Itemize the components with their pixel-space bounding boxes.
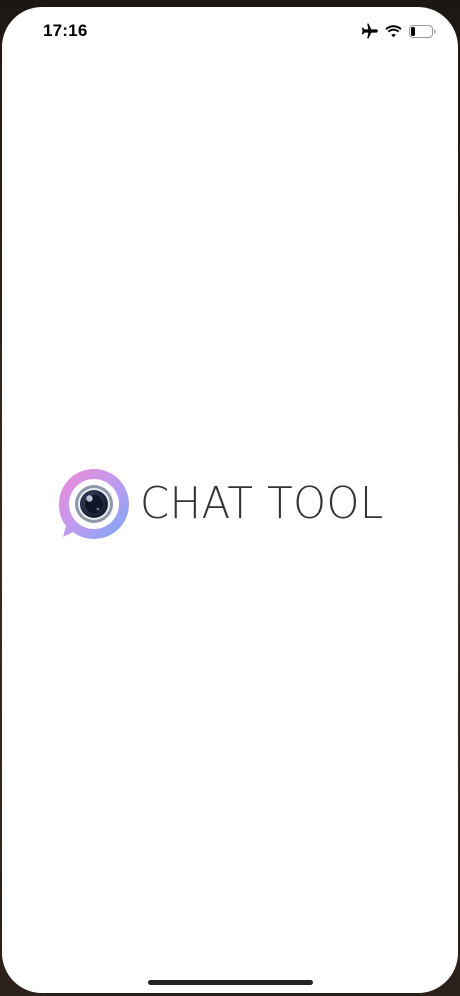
splash-screen: CHAT TOOL — [2, 7, 458, 993]
chat-camera-logo-icon — [55, 465, 133, 543]
screen: 17:16 CHAT TOOL — [2, 7, 458, 993]
brand-name: CHAT TOOL — [140, 478, 384, 529]
device-frame: 17:16 CHAT TOOL — [0, 0, 460, 996]
home-indicator[interactable] — [148, 980, 313, 985]
